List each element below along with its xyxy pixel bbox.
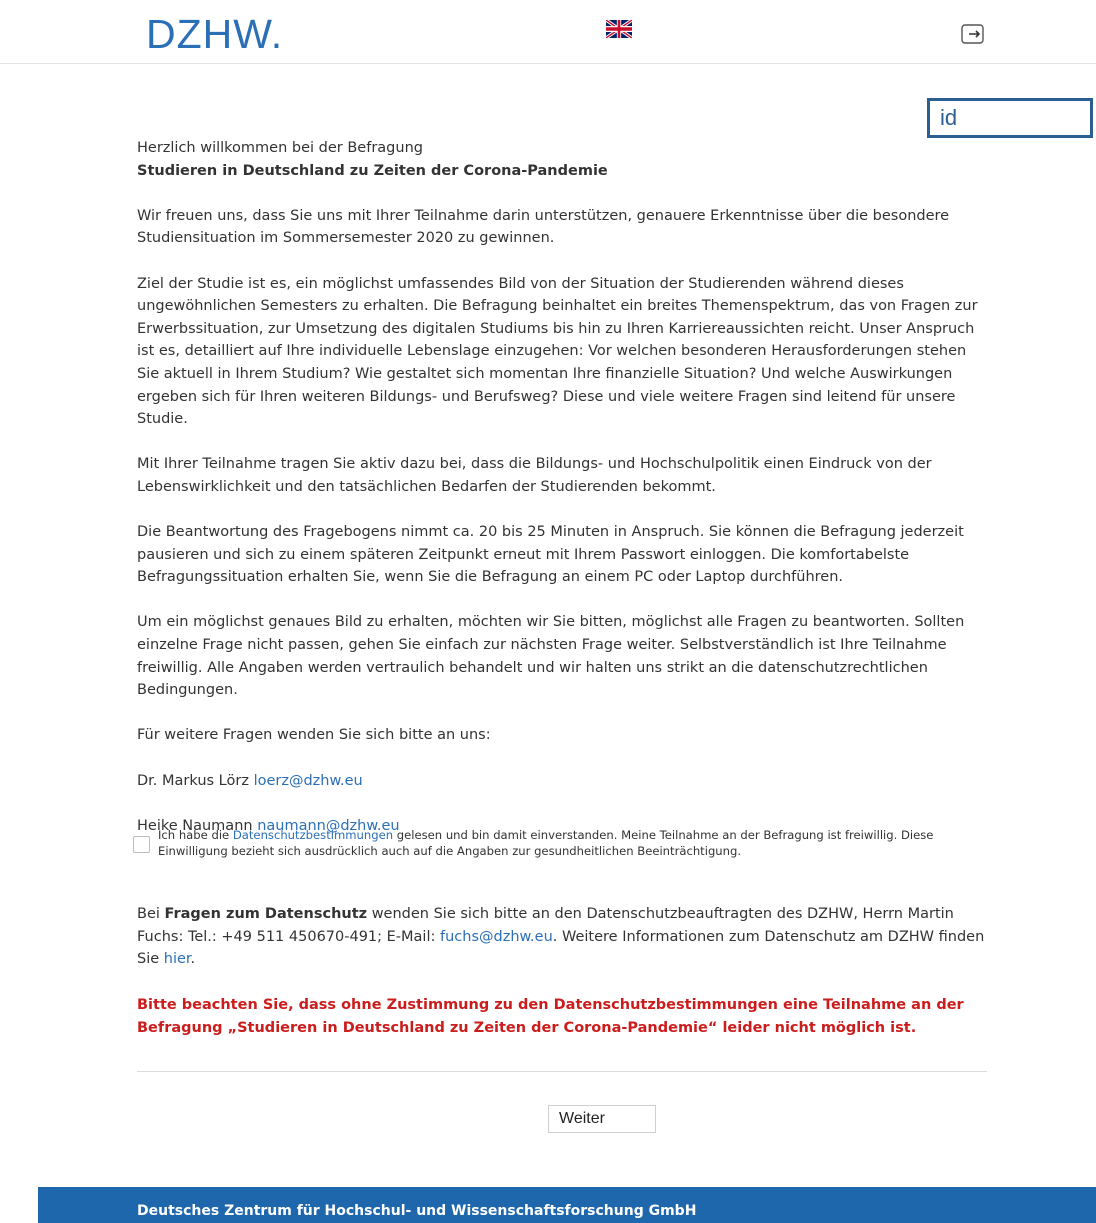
uk-flag-icon[interactable] bbox=[606, 20, 632, 38]
intro-paragraph: Ziel der Studie ist es, ein möglichst um… bbox=[137, 275, 978, 428]
contact-intro: Für weitere Fragen wenden Sie sich bitte… bbox=[137, 727, 491, 744]
next-button[interactable]: Weiter bbox=[548, 1105, 656, 1133]
dzhw-logo[interactable]: DZHW. bbox=[146, 8, 283, 60]
greeting-text: Herzlich willkommen bei der Befragung bbox=[137, 140, 423, 156]
site-header: DZHW. bbox=[0, 0, 1096, 64]
logout-icon[interactable] bbox=[961, 24, 985, 44]
footer-text: Deutsches Zentrum für Hochschul- und Wis… bbox=[137, 1203, 697, 1219]
email-link-loerz[interactable]: loerz@dzhw.eu bbox=[254, 773, 363, 789]
privacy-contact-text: Bei Fragen zum Datenschutz wenden Sie si… bbox=[137, 906, 985, 968]
consent-checkbox[interactable] bbox=[133, 836, 150, 853]
privacy-email-link[interactable]: fuchs@dzhw.eu bbox=[440, 929, 553, 945]
privacy-policy-link[interactable]: Datenschutzbestimmungen bbox=[233, 828, 393, 842]
contact-name: Dr. Markus Lörz bbox=[137, 772, 249, 789]
intro-paragraph: Wir freuen uns, dass Sie uns mit Ihrer T… bbox=[137, 207, 950, 247]
id-field[interactable]: id bbox=[927, 98, 1093, 138]
privacy-info-link[interactable]: hier bbox=[164, 951, 191, 967]
consent-warning: Bitte beachten Sie, dass ohne Zustimmung… bbox=[137, 997, 964, 1036]
contact-loerz: Dr. Markus Lörz loerz@dzhw.eu bbox=[137, 770, 987, 793]
divider bbox=[137, 1071, 987, 1072]
footer: Deutsches Zentrum für Hochschul- und Wis… bbox=[38, 1187, 1096, 1223]
intro-paragraph: Mit Ihrer Teilnahme tragen Sie aktiv daz… bbox=[137, 456, 932, 495]
intro-paragraph: Die Beantwortung des Fragebogens nimmt c… bbox=[137, 524, 964, 586]
intro-content: Herzlich willkommen bei der Befragung St… bbox=[137, 137, 987, 860]
intro-paragraph: Um ein möglichst genaues Bild zu erhalte… bbox=[137, 614, 965, 699]
consent-text: Ich habe die Datenschutzbestimmungen gel… bbox=[158, 828, 934, 858]
survey-title: Studieren in Deutschland zu Zeiten der C… bbox=[137, 162, 608, 179]
